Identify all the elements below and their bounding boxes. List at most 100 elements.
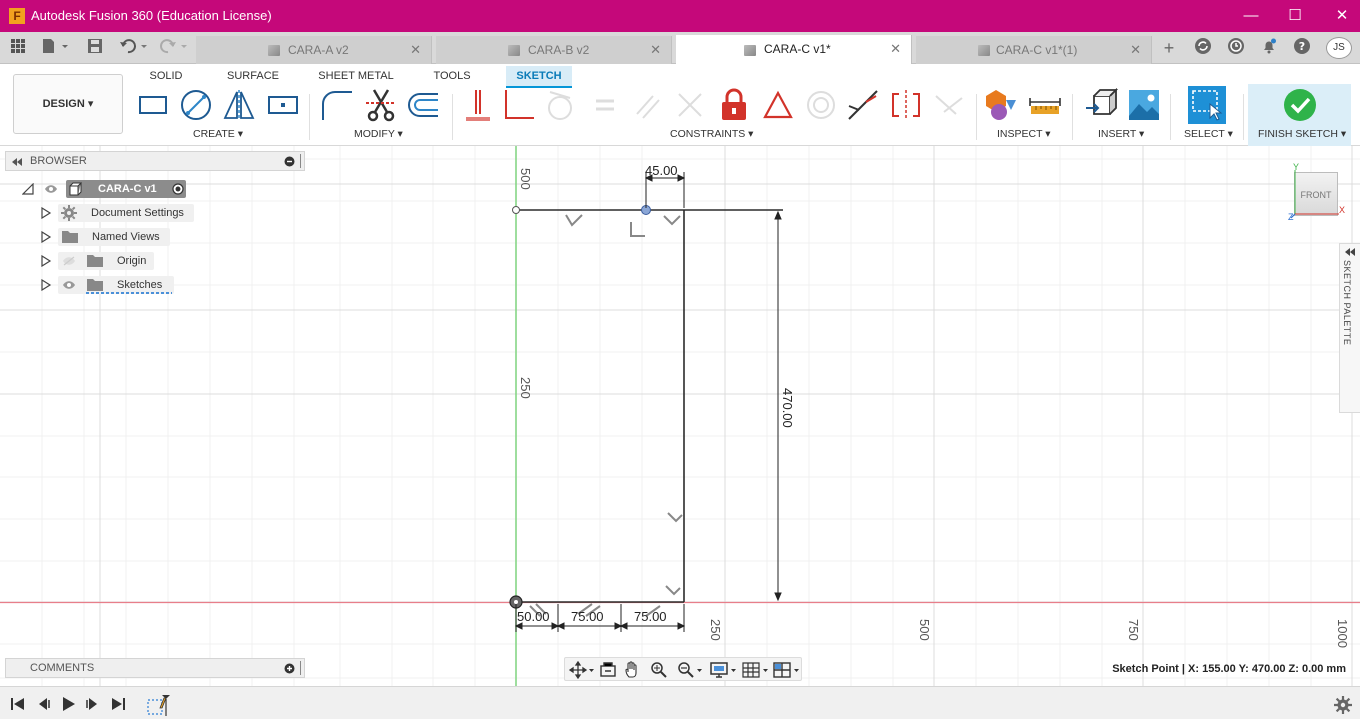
go-to-end-icon[interactable] xyxy=(110,696,126,712)
select-tool-button[interactable] xyxy=(1188,86,1226,124)
browser-item-origin[interactable]: Origin xyxy=(38,251,198,271)
refresh-sync-icon[interactable] xyxy=(1192,37,1214,59)
browser-item-document-settings[interactable]: Document Settings xyxy=(38,203,198,223)
concentric-constraint-icon[interactable] xyxy=(804,88,838,122)
minimize-button[interactable]: — xyxy=(1236,4,1266,28)
tab-cara-c[interactable]: CARA-C v1* ✕ xyxy=(676,35,912,65)
visibility-eye-icon[interactable] xyxy=(62,280,76,290)
look-at-icon[interactable] xyxy=(599,661,617,679)
finish-sketch-check-icon[interactable] xyxy=(1283,88,1317,122)
inspect-shapes-icon[interactable] xyxy=(984,88,1018,122)
rectangle-tool-icon[interactable] xyxy=(136,88,170,122)
tab-solid[interactable]: SOLID xyxy=(140,66,192,88)
play-icon[interactable] xyxy=(60,696,76,712)
visibility-eye-icon[interactable] xyxy=(44,184,58,194)
tab-sheet-metal[interactable]: SHEET METAL xyxy=(316,66,396,88)
close-tab-icon[interactable]: ✕ xyxy=(890,35,901,63)
horizontal-vertical-constraint-icon[interactable] xyxy=(460,88,494,122)
timeline-settings-gear-icon[interactable] xyxy=(1334,696,1352,714)
midpoint-constraint-icon[interactable] xyxy=(761,88,795,122)
tab-surface[interactable]: SURFACE xyxy=(222,66,284,88)
browser-minimize-icon[interactable] xyxy=(284,156,295,167)
inspect-group-menu[interactable]: INSPECT ▾ xyxy=(997,128,1051,140)
point-tool-icon[interactable] xyxy=(266,88,300,122)
new-tab-icon[interactable]: + xyxy=(1158,37,1180,59)
tab-cara-c-copy[interactable]: CARA-C v1*(1) ✕ xyxy=(916,36,1152,64)
job-status-icon[interactable] xyxy=(1225,37,1247,59)
perpendicular-constraint-icon[interactable] xyxy=(673,88,707,122)
activate-radio-icon[interactable] xyxy=(172,183,184,195)
tab-tools[interactable]: TOOLS xyxy=(426,66,478,88)
file-menu-icon[interactable] xyxy=(40,38,70,58)
collinear-constraint-icon[interactable] xyxy=(846,88,880,122)
comments-panel-header[interactable]: COMMENTS xyxy=(5,658,305,678)
close-tab-icon[interactable]: ✕ xyxy=(650,36,661,64)
tab-cara-a[interactable]: CARA-A v2 ✕ xyxy=(196,36,432,64)
expand-palette-icon[interactable] xyxy=(1344,247,1356,257)
dimension-470-label[interactable]: 470.00 xyxy=(780,388,795,428)
insert-group-menu[interactable]: INSERT ▾ xyxy=(1098,128,1144,140)
notifications-bell-icon[interactable] xyxy=(1258,37,1280,59)
fillet-tool-icon[interactable] xyxy=(320,88,354,122)
coincident-constraint-icon[interactable] xyxy=(502,88,536,122)
mirror-tool-icon[interactable] xyxy=(222,88,256,122)
sketch-canvas[interactable]: 500 250 250 500 750 1000 45.00 470.00 50… xyxy=(0,146,1360,686)
zoom-icon[interactable] xyxy=(650,661,668,679)
browser-item-named-views[interactable]: Named Views xyxy=(38,227,198,247)
dimension-45-label[interactable]: 45.00 xyxy=(645,163,678,178)
sketch-timeline-feature-icon[interactable] xyxy=(146,694,172,716)
sketch-profile[interactable] xyxy=(516,209,783,603)
modify-group-menu[interactable]: MODIFY ▾ xyxy=(354,128,403,140)
maximize-button[interactable]: ☐ xyxy=(1280,4,1310,28)
grid-snap-icon[interactable] xyxy=(742,661,770,679)
dimension-50-label[interactable]: 50.00 xyxy=(517,609,550,624)
sketch-palette-tab[interactable]: SKETCH PALETTE xyxy=(1339,243,1360,413)
dimension-75-label-a[interactable]: 75.00 xyxy=(571,609,604,624)
step-forward-icon[interactable] xyxy=(85,696,101,712)
measure-ruler-icon[interactable] xyxy=(1028,88,1062,122)
step-back-icon[interactable] xyxy=(35,696,51,712)
parallel-constraint-icon[interactable] xyxy=(631,88,665,122)
browser-root-row[interactable]: CARA-C v1 xyxy=(20,179,200,199)
select-group-menu[interactable]: SELECT ▾ xyxy=(1184,128,1233,140)
save-icon[interactable] xyxy=(86,38,104,58)
workspace-switcher[interactable]: DESIGN ▾ xyxy=(13,74,123,134)
expand-triangle-icon[interactable] xyxy=(40,279,52,291)
sketch-point[interactable] xyxy=(512,206,520,214)
browser-item-sketches[interactable]: Sketches xyxy=(38,275,198,295)
create-group-menu[interactable]: CREATE ▾ xyxy=(193,128,243,140)
pan-hand-icon[interactable] xyxy=(624,661,642,679)
data-panel-grid-icon[interactable] xyxy=(8,38,28,58)
tab-sketch[interactable]: SKETCH xyxy=(506,66,572,88)
close-window-button[interactable]: ✕ xyxy=(1327,4,1357,28)
user-avatar[interactable]: JS xyxy=(1326,37,1352,59)
display-settings-icon[interactable] xyxy=(710,661,738,679)
tab-cara-b[interactable]: CARA-B v2 ✕ xyxy=(436,36,672,64)
fit-zoom-window-icon[interactable] xyxy=(676,661,704,679)
tangent-constraint-icon[interactable] xyxy=(544,88,578,122)
insert-canvas-image-icon[interactable] xyxy=(1127,88,1161,122)
fix-lock-constraint-icon[interactable] xyxy=(717,88,751,122)
expand-triangle-icon[interactable] xyxy=(40,231,52,243)
offset-tool-icon[interactable] xyxy=(406,88,440,122)
equal-constraint-icon[interactable] xyxy=(588,88,622,122)
collapse-triangle-icon[interactable] xyxy=(22,183,34,195)
curvature-constraint-icon[interactable] xyxy=(932,88,966,122)
collapse-panel-icon[interactable] xyxy=(11,157,23,167)
help-icon[interactable]: ? xyxy=(1291,37,1313,59)
panel-grip[interactable] xyxy=(300,154,301,168)
close-tab-icon[interactable]: ✕ xyxy=(410,36,421,64)
constraints-group-menu[interactable]: CONSTRAINTS ▾ xyxy=(670,128,753,140)
go-to-start-icon[interactable] xyxy=(10,696,26,712)
viewports-icon[interactable] xyxy=(773,661,801,679)
expand-triangle-icon[interactable] xyxy=(40,255,52,267)
dimension-75-label-b[interactable]: 75.00 xyxy=(634,609,667,624)
add-comment-icon[interactable] xyxy=(284,663,295,674)
close-tab-icon[interactable]: ✕ xyxy=(1130,36,1141,64)
insert-derive-icon[interactable] xyxy=(1084,88,1118,122)
browser-panel-header[interactable]: BROWSER xyxy=(5,151,305,171)
symmetry-constraint-icon[interactable] xyxy=(889,88,923,122)
expand-triangle-icon[interactable] xyxy=(40,207,52,219)
redo-icon[interactable] xyxy=(158,38,190,58)
circle-tool-icon[interactable] xyxy=(179,88,213,122)
